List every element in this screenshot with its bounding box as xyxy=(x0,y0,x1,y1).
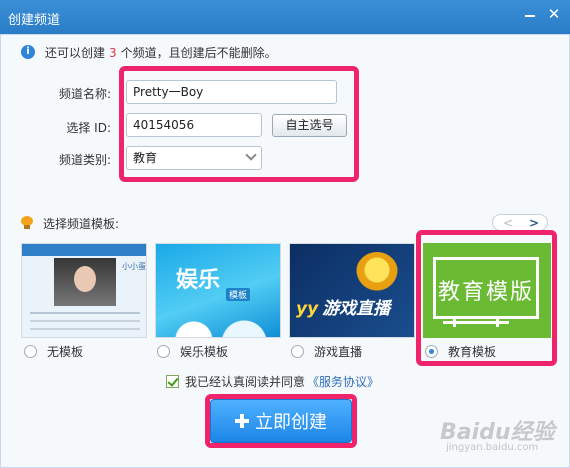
template-thumbnail-game[interactable]: yy 游戏直播 xyxy=(289,243,415,338)
template-label-none: 无模板 xyxy=(47,344,84,359)
thumb-user-name: 小小蛋 xyxy=(122,262,146,271)
close-icon: ✕ xyxy=(547,5,561,23)
thumb-game-text: 游戏直播 xyxy=(322,299,391,319)
highlight-box-create xyxy=(205,394,357,448)
window-title: 创建频道 xyxy=(8,13,61,28)
minimize-button[interactable] xyxy=(520,6,540,24)
channel-id-label: 选择 ID: xyxy=(66,121,111,135)
minimize-icon xyxy=(525,15,535,17)
thumb-face xyxy=(74,266,96,292)
channel-category-label: 频道类别: xyxy=(58,153,111,167)
template-header: 选择频道模板: xyxy=(21,215,119,231)
info-text: 还可以创建 3 个频道，且创建后不能删除。 xyxy=(45,44,277,61)
pager-next-button[interactable]: > xyxy=(529,216,539,230)
template-header-title: 选择频道模板: xyxy=(43,216,120,231)
info-icon: i xyxy=(21,45,35,59)
info-row: i 还可以创建 3 个频道，且创建后不能删除。 xyxy=(21,44,277,60)
game-mascot-icon xyxy=(356,252,398,292)
info-count: 3 xyxy=(109,45,117,60)
highlight-box-form xyxy=(119,66,359,182)
title-bar: 创建频道 ✕ xyxy=(0,0,570,34)
thumb-game-title: yy 游戏直播 xyxy=(296,294,390,319)
template-label-entertainment: 娱乐模板 xyxy=(180,344,229,359)
highlight-box-education xyxy=(416,230,557,366)
template-thumbnail-none[interactable]: 小小蛋 xyxy=(21,243,147,338)
yy-logo: yy xyxy=(296,299,319,319)
close-button[interactable]: ✕ xyxy=(544,6,564,24)
service-agreement-link[interactable]: 《服务协议》 xyxy=(307,373,379,390)
thumb-entertainment-title: 娱乐 xyxy=(176,268,221,293)
thumb-header-bar xyxy=(22,244,146,256)
template-option-game[interactable]: 游戏直播 xyxy=(291,343,362,359)
pager-prev-button[interactable]: < xyxy=(503,216,513,230)
agreement-checkbox[interactable] xyxy=(166,374,179,388)
info-suffix: 个频道，且创建后不能删除。 xyxy=(120,45,277,60)
radio-entertainment[interactable] xyxy=(157,344,170,358)
agreement-row: 我已经认真阅读并同意 《服务协议》 xyxy=(166,373,379,389)
thumb-entertainment-sub: 模板 xyxy=(226,288,251,301)
template-pager: < > xyxy=(492,214,548,231)
template-option-none[interactable]: 无模板 xyxy=(24,343,83,359)
radio-game[interactable] xyxy=(291,344,304,358)
baidu-watermark-url: jingyan.baidu.com xyxy=(446,442,539,453)
template-thumbnail-entertainment[interactable]: 娱乐 模板 xyxy=(155,243,281,338)
template-label-game: 游戏直播 xyxy=(314,344,363,359)
radio-none[interactable] xyxy=(24,344,37,358)
info-prefix: 还可以创建 xyxy=(45,45,106,60)
template-option-entertainment[interactable]: 娱乐模板 xyxy=(157,343,228,359)
agreement-text: 我已经认真阅读并同意 xyxy=(185,374,306,389)
channel-name-label: 频道名称: xyxy=(58,87,111,101)
thumb-text-lines xyxy=(30,312,140,314)
cloud-decoration xyxy=(156,310,280,337)
lightbulb-icon xyxy=(21,216,33,230)
